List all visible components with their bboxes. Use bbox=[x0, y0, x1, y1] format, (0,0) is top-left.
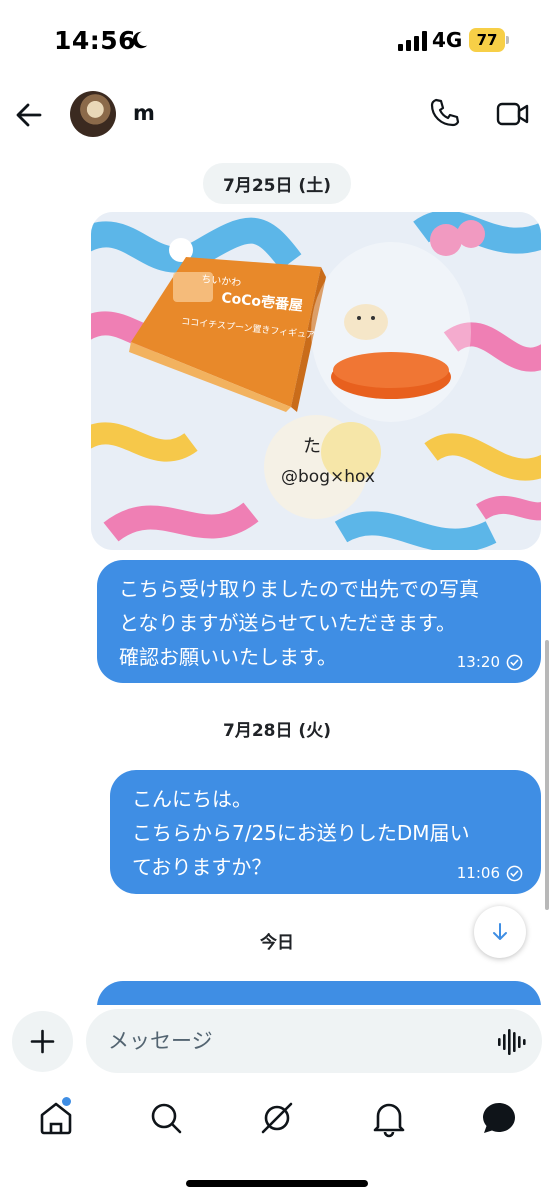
scrollbar[interactable] bbox=[545, 640, 549, 910]
plus-icon bbox=[30, 1029, 55, 1054]
messages-icon[interactable] bbox=[479, 1098, 519, 1138]
read-receipt-icon bbox=[506, 865, 523, 881]
video-call-icon[interactable] bbox=[495, 98, 531, 130]
message-bubble-outgoing[interactable]: こちら受け取りましたので出先での写真 となりますが送らせていただきます。 確認お… bbox=[97, 560, 541, 683]
read-receipt-icon bbox=[506, 654, 523, 670]
svg-text:た: た bbox=[303, 436, 321, 457]
date-separator: 7月28日 (火) bbox=[223, 721, 331, 741]
notification-dot bbox=[62, 1097, 71, 1106]
contact-name[interactable]: m bbox=[133, 101, 155, 125]
date-separator: 今日 bbox=[260, 933, 294, 953]
tab-bar bbox=[0, 1088, 554, 1148]
search-icon[interactable] bbox=[146, 1098, 186, 1138]
photo-message[interactable]: CoCo壱番屋 ココイチスプーン置きフィギュア ちいかわ @bog×hox た bbox=[91, 212, 541, 550]
photo-image: CoCo壱番屋 ココイチスプーン置きフィギュア ちいかわ @bog×hox た bbox=[91, 212, 541, 550]
message-input[interactable] bbox=[86, 1009, 542, 1073]
moon-icon bbox=[132, 31, 148, 49]
home-indicator bbox=[186, 1180, 368, 1187]
bell-icon[interactable] bbox=[369, 1098, 409, 1138]
battery-icon: 77 bbox=[469, 28, 509, 52]
status-time: 14:56 bbox=[54, 26, 137, 55]
grok-icon[interactable] bbox=[257, 1098, 297, 1138]
add-attachment-button[interactable] bbox=[12, 1011, 73, 1072]
network-label: 4G bbox=[432, 28, 463, 52]
scroll-to-bottom-button[interactable] bbox=[474, 906, 526, 958]
message-bubble-outgoing[interactable]: こんにちは。 こちらから7/25にお送りしたDM届い ておりますか？ 11:06 bbox=[110, 770, 541, 894]
arrow-down-icon bbox=[493, 923, 507, 940]
signal-icon bbox=[398, 31, 427, 51]
message-meta: 11:06 bbox=[457, 864, 523, 882]
battery-level: 77 bbox=[476, 31, 498, 49]
avatar[interactable] bbox=[70, 91, 116, 137]
voice-message-icon[interactable] bbox=[497, 1028, 527, 1056]
message-time: 13:20 bbox=[456, 653, 500, 671]
status-bar: 14:56 4G 77 bbox=[0, 0, 554, 84]
date-separator: 7月25日 (土) bbox=[0, 163, 554, 204]
composer bbox=[0, 1005, 554, 1079]
photo-card-text: @bog×hox bbox=[281, 467, 375, 487]
chat-header: m bbox=[0, 84, 554, 146]
back-arrow-icon[interactable] bbox=[10, 96, 48, 134]
message-time: 11:06 bbox=[456, 864, 500, 882]
phone-icon[interactable] bbox=[428, 97, 460, 129]
message-meta: 13:20 bbox=[457, 653, 523, 671]
